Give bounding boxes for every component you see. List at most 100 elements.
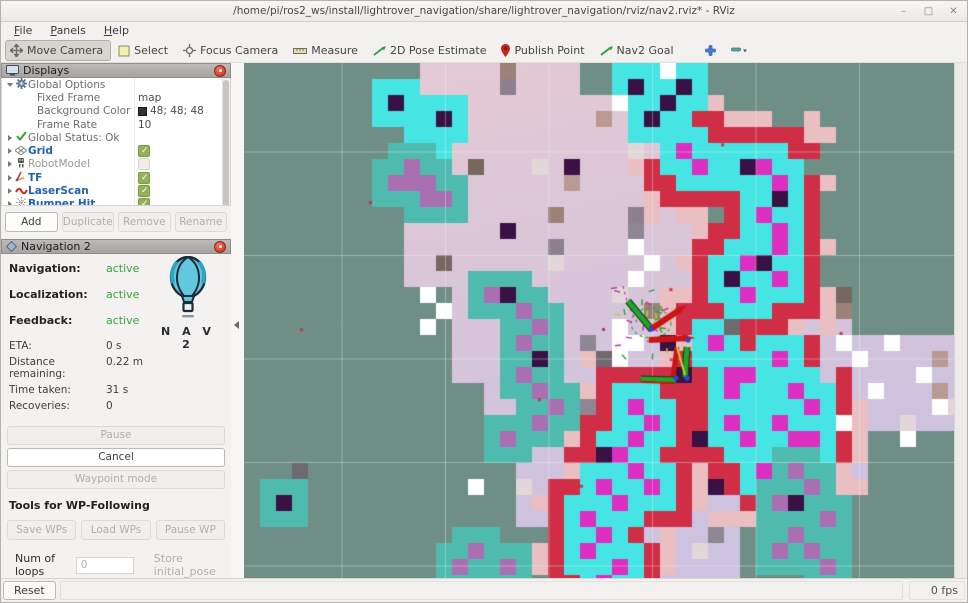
display-row-fixed-frame[interactable]: Fixed Framemap [2, 91, 230, 104]
store-initial-pose-button[interactable]: Store initial_pose [154, 552, 225, 578]
pause-wp-button[interactable]: Pause WP [156, 520, 225, 540]
status-value: active [106, 288, 139, 301]
status-value: active [106, 314, 139, 327]
display-row-background-color[interactable]: Background Color48; 48; 48 [2, 105, 230, 118]
collapse-arrow-icon[interactable] [8, 161, 12, 167]
property-value[interactable]: 10 [138, 119, 151, 131]
tool-move-camera[interactable]: Move Camera [5, 40, 111, 61]
display-row-frame-rate[interactable]: Frame Rate10 [2, 118, 230, 131]
num-loops-input[interactable] [76, 557, 134, 574]
collapse-left-icon[interactable] [234, 321, 239, 329]
robot-icon [16, 157, 26, 171]
display-row-global-options[interactable]: Global Options [2, 78, 230, 91]
wp-section: Tools for WP-Following Save WPsLoad WPsP… [1, 489, 231, 578]
minus-icon [731, 46, 747, 55]
3d-viewport[interactable] [244, 63, 954, 578]
nav2-balloon-icon [162, 256, 214, 318]
displays-panel-header[interactable]: Displays [1, 63, 231, 78]
display-row-tf[interactable]: TF [2, 171, 230, 184]
duplicate-button[interactable]: Duplicate [62, 212, 115, 232]
display-row-laserscan[interactable]: LaserScan [2, 184, 230, 197]
add-button[interactable]: Add [5, 212, 58, 232]
tool-publish-point[interactable]: Publish Point [496, 40, 592, 61]
grid-icon [15, 145, 27, 158]
nav2-metric-row: Distance remaining:0.22 m [9, 356, 223, 380]
collapse-arrow-icon[interactable] [8, 188, 12, 194]
collapse-arrow-icon[interactable] [8, 175, 12, 181]
close-icon[interactable]: ✕ [948, 6, 959, 17]
display-row-global-status-ok[interactable]: Global Status: Ok [2, 131, 230, 144]
reset-button[interactable]: Reset [3, 581, 56, 600]
collapse-arrow-icon[interactable] [8, 135, 12, 141]
monitor-icon [6, 65, 19, 76]
remove-button[interactable]: Remove [118, 212, 171, 232]
rename-button[interactable]: Rename [175, 212, 228, 232]
tool-2d-pose-estimate[interactable]: 2D Pose Estimate [368, 40, 495, 61]
window-title: /home/pi/ros2_ws/install/lightrover_navi… [1, 5, 967, 17]
cancel-button[interactable]: Cancel [7, 448, 225, 467]
display-row-bumper-hit[interactable]: Bumper Hit [2, 198, 230, 206]
save-wps-button[interactable]: Save WPs [7, 520, 76, 540]
tool-minus[interactable] [726, 40, 755, 61]
menu-file[interactable]: File [7, 23, 39, 38]
load-wps-button[interactable]: Load WPs [81, 520, 150, 540]
tool-measure[interactable]: Measure [288, 40, 366, 61]
pause-button[interactable]: Pause [7, 426, 225, 445]
display-checkbox[interactable] [138, 198, 150, 206]
maximize-icon[interactable]: □ [923, 6, 934, 17]
displays-tree: Global OptionsFixed FramemapBackground C… [1, 78, 231, 206]
display-checkbox[interactable] [138, 158, 150, 170]
plus-icon [705, 45, 716, 56]
display-checkbox[interactable] [138, 145, 150, 157]
nav2-content: Navigation:activeLocalization:activeFeed… [1, 254, 231, 416]
waypoint-mode-button[interactable]: Waypoint mode [7, 470, 225, 489]
nav2-panel-icon [6, 241, 17, 252]
displays-panel-title: Displays [23, 64, 210, 77]
costmap-canvas[interactable] [244, 63, 954, 578]
tool-nav2-goal[interactable]: Nav2 Goal [595, 40, 682, 61]
property-value[interactable]: 48; 48; 48 [138, 105, 204, 117]
display-checkbox[interactable] [138, 185, 150, 197]
metric-value: 0 [106, 400, 113, 412]
rviz-window: /home/pi/ros2_ws/install/lightrover_navi… [0, 0, 968, 603]
nav2-panel-title: Navigation 2 [21, 240, 210, 253]
tool-plus[interactable] [700, 40, 724, 61]
check-icon [16, 131, 27, 144]
statusbar-message-area [60, 581, 903, 600]
display-row-grid[interactable]: Grid [2, 144, 230, 157]
nav2-close-icon[interactable] [214, 241, 226, 253]
panel-splitter[interactable] [231, 63, 244, 578]
color-swatch [138, 107, 147, 116]
laser-icon [15, 185, 28, 198]
select-icon [118, 45, 130, 57]
property-value[interactable]: map [138, 92, 161, 104]
metric-value: 31 s [106, 384, 128, 396]
titlebar: /home/pi/ros2_ws/install/lightrover_navi… [1, 1, 967, 22]
pose-arrow-icon [373, 45, 386, 56]
nav2-buttons: Pause Cancel Waypoint mode [1, 416, 231, 489]
displays-close-icon[interactable] [214, 65, 226, 77]
menu-help[interactable]: Help [97, 23, 136, 38]
nav2-metric-row: Recoveries:0 [9, 400, 223, 412]
collapse-arrow-icon[interactable] [8, 148, 12, 154]
minimize-icon[interactable]: – [898, 6, 909, 17]
right-collapsed-panel[interactable] [954, 63, 967, 578]
menu-panels[interactable]: Panels [43, 23, 92, 38]
display-checkbox[interactable] [138, 172, 150, 184]
fps-counter: 0 fps [909, 581, 965, 600]
collapse-arrow-icon[interactable] [8, 201, 12, 206]
nav2-metric-row: Time taken:31 s [9, 384, 223, 396]
metric-value: 0 s [106, 340, 122, 352]
goal-arrow-icon [600, 45, 613, 56]
left-panel: Displays Global OptionsFixed FramemapBac… [1, 63, 231, 578]
nav2-panel-header[interactable]: Navigation 2 [1, 239, 231, 254]
move-icon [10, 44, 23, 57]
expand-arrow-icon[interactable] [7, 83, 13, 87]
num-loops-label: Num of loops [15, 552, 70, 578]
measure-icon [293, 47, 307, 55]
tool-focus-camera[interactable]: Focus Camera [178, 40, 286, 61]
status-value: active [106, 262, 139, 275]
pin-icon [501, 44, 510, 57]
display-row-robotmodel[interactable]: RobotModel [2, 158, 230, 171]
tool-select[interactable]: Select [113, 40, 176, 61]
